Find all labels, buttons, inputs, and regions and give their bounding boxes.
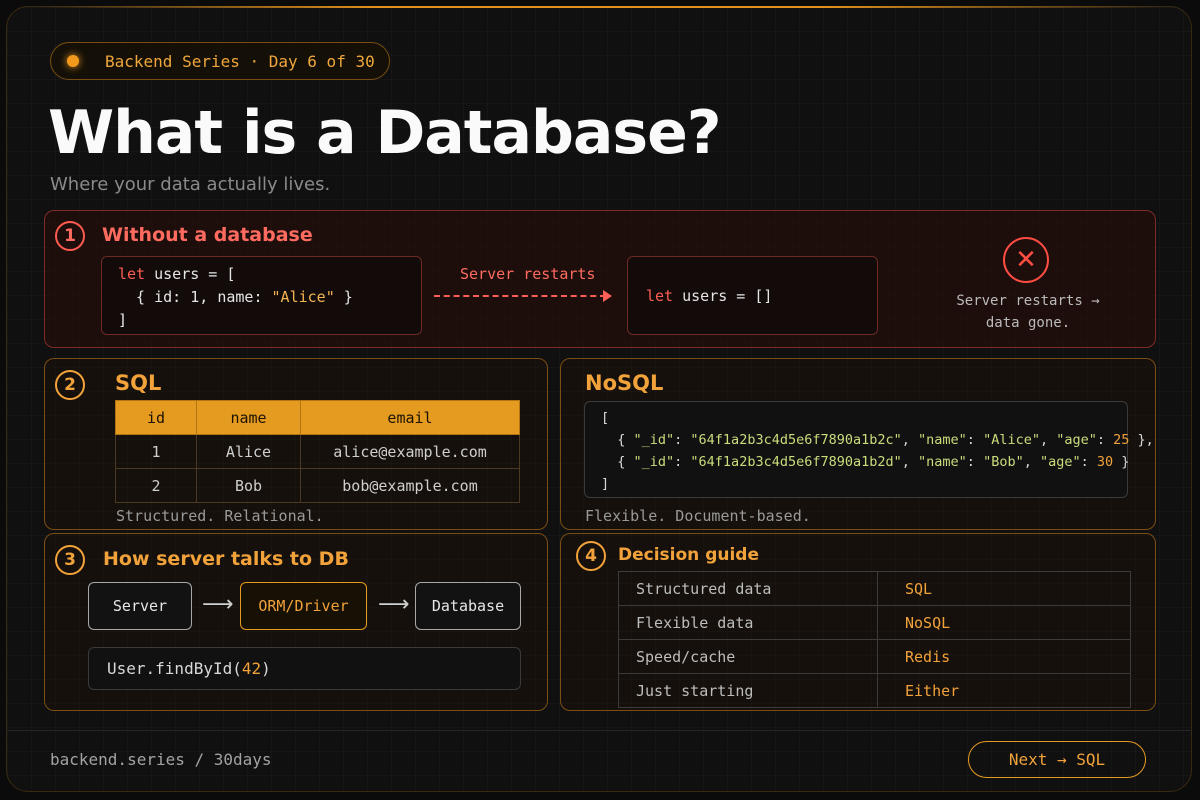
code-string: "Bob" [983, 454, 1024, 470]
code-number: 30 [1096, 454, 1114, 470]
decision-value: NoSQL [877, 605, 1131, 640]
restart-arrow-line [434, 295, 606, 297]
section-title-decision-guide: Decision guide [618, 545, 759, 565]
query-code: User.findById(42) [88, 647, 521, 690]
x-circle-icon: ✕ [1003, 237, 1049, 283]
section-title-server-db: How server talks to DB [103, 548, 349, 570]
decision-key: Flexible data [618, 605, 878, 640]
decision-value: SQL [877, 571, 1131, 606]
table-row: Structured data SQL [618, 571, 1131, 606]
sql-column-header: id [115, 400, 197, 435]
code-key: "age" [1039, 454, 1081, 470]
code-string: "Alice" [271, 288, 335, 306]
code-string: "64f1a2b3c4d5e6f7890a1b2c" [690, 432, 902, 448]
table-cell: alice@example.com [300, 434, 520, 469]
sql-table: id name email 1 Alice alice@example.com … [115, 400, 520, 503]
top-accent-line [40, 6, 1160, 8]
code-text: users = [] [673, 287, 773, 305]
table-cell: bob@example.com [300, 468, 520, 503]
table-cell: 1 [115, 434, 197, 469]
sql-caption: Structured. Relational. [116, 507, 324, 525]
flow-orm-driver: ORM/Driver [240, 582, 367, 630]
code-string: "64f1a2b3c4d5e6f7890a1b2d" [690, 454, 902, 470]
code-key: "name" [918, 454, 967, 470]
section-number-4: 4 [576, 541, 606, 571]
section-number-1: 1 [55, 221, 85, 251]
nosql-document-code: [ { "_id": "64f1a2b3c4d5e6f7890a1b2c", "… [584, 401, 1154, 498]
sql-column-header: email [300, 400, 520, 435]
code-text: } [334, 288, 353, 306]
footer-handle: backend.series / 30days [50, 750, 272, 769]
decision-table: Structured data SQL Flexible data NoSQL Sp… [618, 571, 1131, 708]
restart-arrow-label: Server restarts [460, 265, 596, 283]
table-cell: Alice [196, 434, 301, 469]
code-keyword: let [118, 265, 146, 283]
section-number-3: 3 [55, 545, 85, 575]
nosql-caption: Flexible. Document-based. [585, 507, 811, 525]
code-key: "_id" [633, 454, 675, 470]
series-badge-label: Backend Series · Day 6 of 30 [105, 51, 375, 71]
table-row: Just starting Either [618, 673, 1131, 708]
code-after-restart: let users = [] [627, 256, 878, 335]
sql-table-header: id name email [115, 400, 520, 435]
decision-key: Structured data [618, 571, 878, 606]
section-number-2: 2 [55, 370, 85, 400]
table-cell: Bob [196, 468, 301, 503]
restart-arrow-head-icon [603, 290, 612, 302]
page-title: What is a Database? [48, 98, 722, 168]
decision-key: Just starting [618, 673, 878, 708]
code-text: { id: 1, name: [118, 288, 272, 306]
flow-server: Server [88, 582, 192, 630]
decision-key: Speed/cache [618, 639, 878, 674]
code-before-restart: let users = [ { id: 1, name: "Alice" } ] [101, 256, 422, 335]
arrow-right-icon: ⟶ [202, 592, 234, 617]
decision-value: Either [877, 673, 1131, 708]
sql-column-header: name [196, 400, 301, 435]
flow-database: Database [415, 582, 521, 630]
series-badge: Backend Series · Day 6 of 30 [50, 42, 390, 80]
code-text: ] [118, 311, 128, 329]
code-keyword: let [646, 287, 674, 305]
decision-value: Redis [877, 639, 1131, 674]
code-key: "age" [1056, 432, 1097, 448]
page-subtitle: Where your data actually lives. [50, 174, 331, 195]
nosql-title: NoSQL [585, 371, 664, 395]
table-row: Flexible data NoSQL [618, 605, 1131, 640]
table-row: 2 Bob bob@example.com [115, 468, 520, 503]
status-dot-icon [67, 55, 79, 67]
code-text: ) [261, 659, 271, 678]
table-row: Speed/cache Redis [618, 639, 1131, 674]
footer-divider [6, 730, 1192, 731]
code-text: users = [ [145, 265, 236, 283]
arrow-right-icon: ⟶ [378, 592, 410, 617]
sql-title: SQL [115, 371, 162, 395]
next-button[interactable]: Next → SQL [968, 741, 1146, 778]
code-key: "_id" [633, 432, 675, 448]
code-number: 42 [241, 659, 262, 678]
table-cell: 2 [115, 468, 197, 503]
code-string: "Alice" [983, 432, 1040, 448]
code-text: User.findById( [107, 659, 242, 678]
table-row: 1 Alice alice@example.com [115, 434, 520, 469]
data-gone-note: Server restarts → data gone. [956, 293, 1100, 331]
code-key: "name" [918, 432, 967, 448]
section-title-without-database: Without a database [102, 224, 313, 246]
code-number: 25 [1113, 432, 1130, 448]
